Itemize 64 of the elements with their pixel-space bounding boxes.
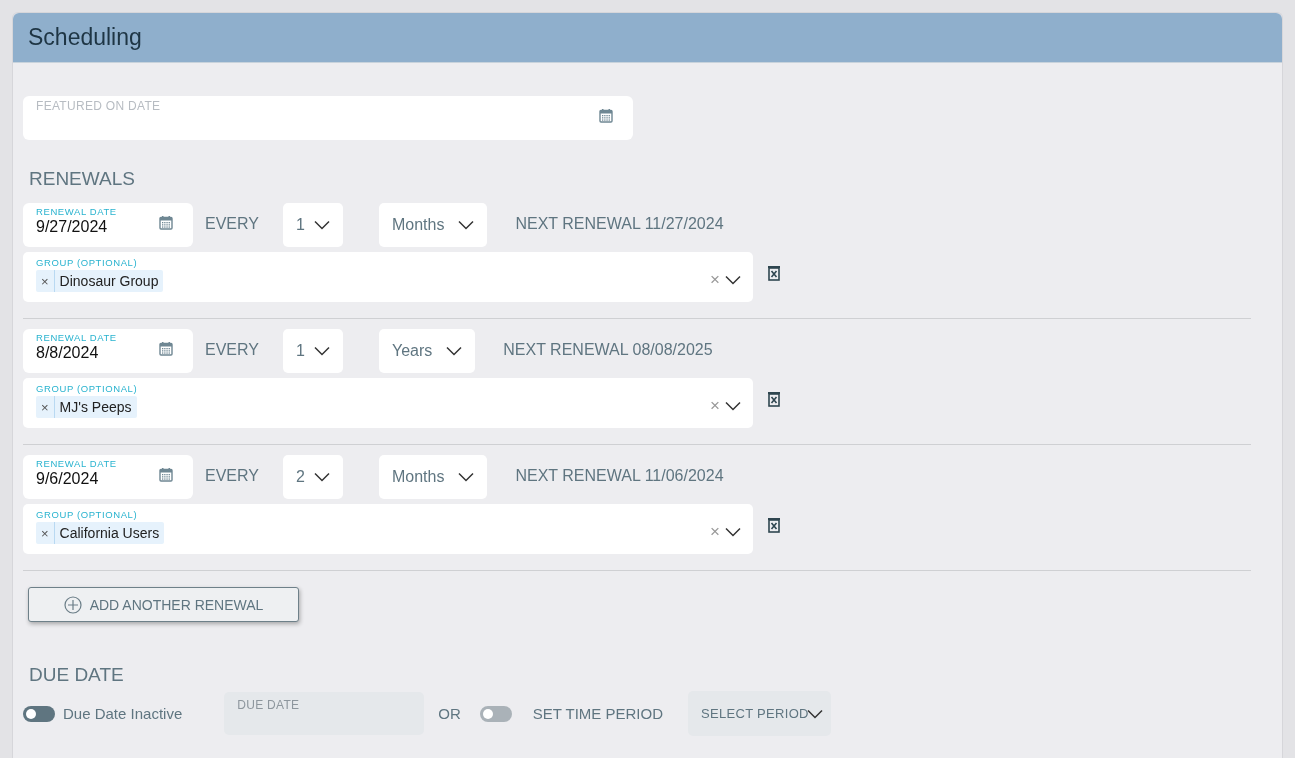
clear-button[interactable]: × xyxy=(710,521,720,542)
chevron-down-icon xyxy=(313,346,330,356)
field-value: 8/8/2024 xyxy=(36,344,100,362)
chevron-down-icon xyxy=(458,472,475,482)
count-select[interactable]: 1 xyxy=(282,203,343,247)
unit-select[interactable]: Years xyxy=(378,329,476,373)
count-select[interactable]: 1 xyxy=(282,329,343,373)
tag-label: California Users xyxy=(58,525,161,541)
next-renewal-text: NEXT RENEWAL 08/08/2025 xyxy=(503,341,713,359)
calendar-icon[interactable] xyxy=(599,108,613,123)
unit-select[interactable]: Months xyxy=(378,455,488,499)
field-value: 9/27/2024 xyxy=(36,218,109,236)
tag-remove-button[interactable]: × xyxy=(36,396,55,418)
chevron-down-icon xyxy=(458,220,475,230)
clear-button[interactable]: × xyxy=(710,269,720,290)
field-label: GROUP (OPTIONAL) xyxy=(36,383,139,394)
chevron-down-icon xyxy=(313,220,330,230)
field-label: FEATURED ON DATE xyxy=(36,99,161,113)
or-label: OR xyxy=(438,705,461,722)
every-label: EVERY xyxy=(205,341,259,359)
delete-icon[interactable] xyxy=(767,391,781,407)
calendar-icon[interactable] xyxy=(159,341,173,356)
calendar-icon[interactable] xyxy=(159,467,173,482)
field-label: RENEWAL DATE xyxy=(36,332,117,343)
toggle-switch[interactable] xyxy=(23,705,55,722)
field-label: RENEWAL DATE xyxy=(36,458,117,469)
panel-title: Scheduling xyxy=(28,24,142,51)
field-label: RENEWAL DATE xyxy=(36,206,117,217)
field-label: GROUP (OPTIONAL) xyxy=(36,257,139,268)
count-select[interactable]: 2 xyxy=(282,455,343,499)
next-renewal-text: NEXT RENEWAL 11/06/2024 xyxy=(515,467,724,485)
chevron-down-icon xyxy=(446,346,463,356)
chevron-down-icon xyxy=(725,274,741,285)
chevron-down-icon xyxy=(313,472,330,482)
group-select[interactable]: GROUP (OPTIONAL) × Dinosaur Group × xyxy=(23,252,753,302)
plus-circle-icon xyxy=(63,595,82,614)
tag-remove-button[interactable]: × xyxy=(36,270,55,292)
section-heading: RENEWALS xyxy=(29,168,136,191)
date-field[interactable]: RENEWAL DATE 9/27/2024 xyxy=(23,203,193,247)
toggle-label: SET TIME PERIOD xyxy=(532,705,664,722)
group-select[interactable]: GROUP (OPTIONAL) × MJ's Peeps × xyxy=(23,378,753,428)
group-select[interactable]: GROUP (OPTIONAL) × California Users × xyxy=(23,504,753,554)
delete-icon[interactable] xyxy=(767,265,781,281)
field-label: GROUP (OPTIONAL) xyxy=(36,509,139,520)
calendar-icon[interactable] xyxy=(159,215,173,230)
next-renewal-text: NEXT RENEWAL 11/27/2024 xyxy=(515,215,724,233)
chevron-down-icon xyxy=(806,708,823,719)
chevron-down-icon xyxy=(725,400,741,411)
field-placeholder: DUE DATE xyxy=(237,698,300,712)
clear-button[interactable]: × xyxy=(710,395,720,416)
tag-label: MJ's Peeps xyxy=(58,399,133,415)
field-value: 9/6/2024 xyxy=(36,470,100,488)
every-label: EVERY xyxy=(205,215,259,233)
date-field[interactable]: RENEWAL DATE 9/6/2024 xyxy=(23,455,193,499)
date-field[interactable]: RENEWAL DATE 8/8/2024 xyxy=(23,329,193,373)
tag-remove-button[interactable]: × xyxy=(36,522,55,544)
unit-select[interactable]: Months xyxy=(378,203,488,247)
section-heading: DUE DATE xyxy=(29,664,125,687)
add-renewal-button[interactable]: ADD ANOTHER RENEWAL xyxy=(28,587,299,622)
every-label: EVERY xyxy=(205,467,259,485)
tag-label: Dinosaur Group xyxy=(58,273,160,289)
chevron-down-icon xyxy=(725,526,741,537)
toggle-label: Due Date Inactive xyxy=(63,705,183,722)
delete-icon[interactable] xyxy=(767,517,781,533)
